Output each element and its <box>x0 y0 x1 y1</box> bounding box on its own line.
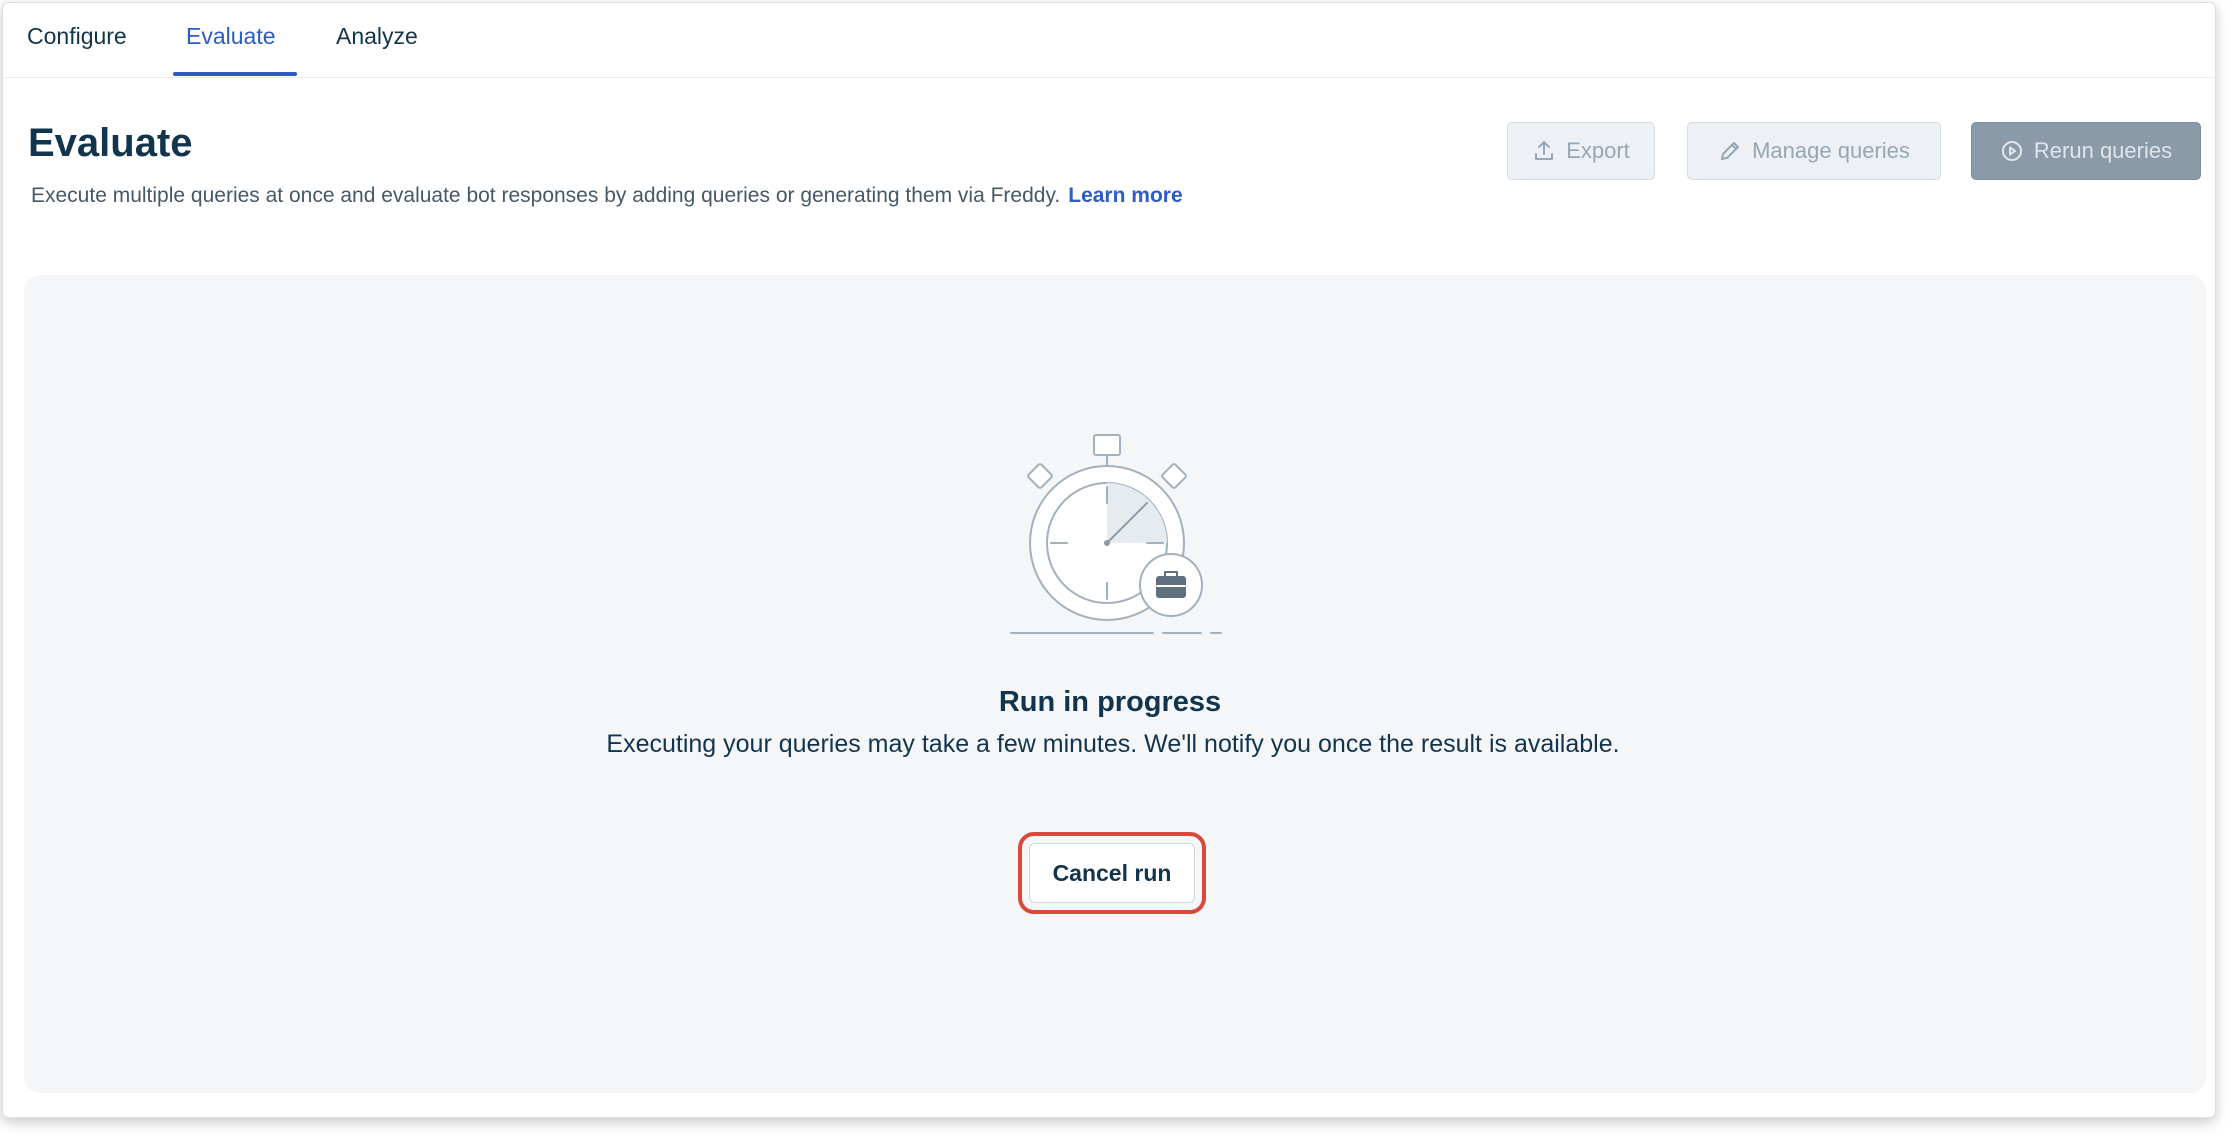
cancel-run-button[interactable]: Cancel run <box>1029 843 1195 903</box>
tab-configure[interactable]: Configure <box>27 3 127 78</box>
pencil-icon <box>1718 139 1742 163</box>
tab-analyze[interactable]: Analyze <box>336 3 418 78</box>
rerun-queries-label: Rerun queries <box>2033 138 2173 163</box>
manage-queries-button[interactable]: Manage queries <box>1687 122 1941 180</box>
tab-evaluate[interactable]: Evaluate <box>186 3 276 78</box>
stopwatch-illustration <box>1003 431 1233 641</box>
play-circle-icon <box>2000 139 2024 163</box>
app-window: Configure Evaluate Analyze Evaluate Exec… <box>2 2 2216 1118</box>
active-tab-indicator <box>173 72 297 76</box>
tab-bar: Configure Evaluate Analyze <box>3 3 2215 78</box>
export-label: Export <box>1566 138 1630 163</box>
manage-queries-label: Manage queries <box>1752 138 1910 163</box>
export-button[interactable]: Export <box>1507 122 1655 180</box>
rerun-queries-button[interactable]: Rerun queries <box>1971 122 2201 180</box>
page-description: Execute multiple queries at once and eva… <box>31 184 1183 208</box>
run-status-message: Executing your queries may take a few mi… <box>606 730 1620 758</box>
page-description-text: Execute multiple queries at once and eva… <box>31 184 1061 207</box>
upload-icon <box>1532 139 1556 163</box>
run-status-panel <box>24 275 2206 1093</box>
run-status-title: Run in progress <box>998 686 1222 718</box>
learn-more-link[interactable]: Learn more <box>1068 184 1182 207</box>
page-title: Evaluate <box>28 121 193 165</box>
